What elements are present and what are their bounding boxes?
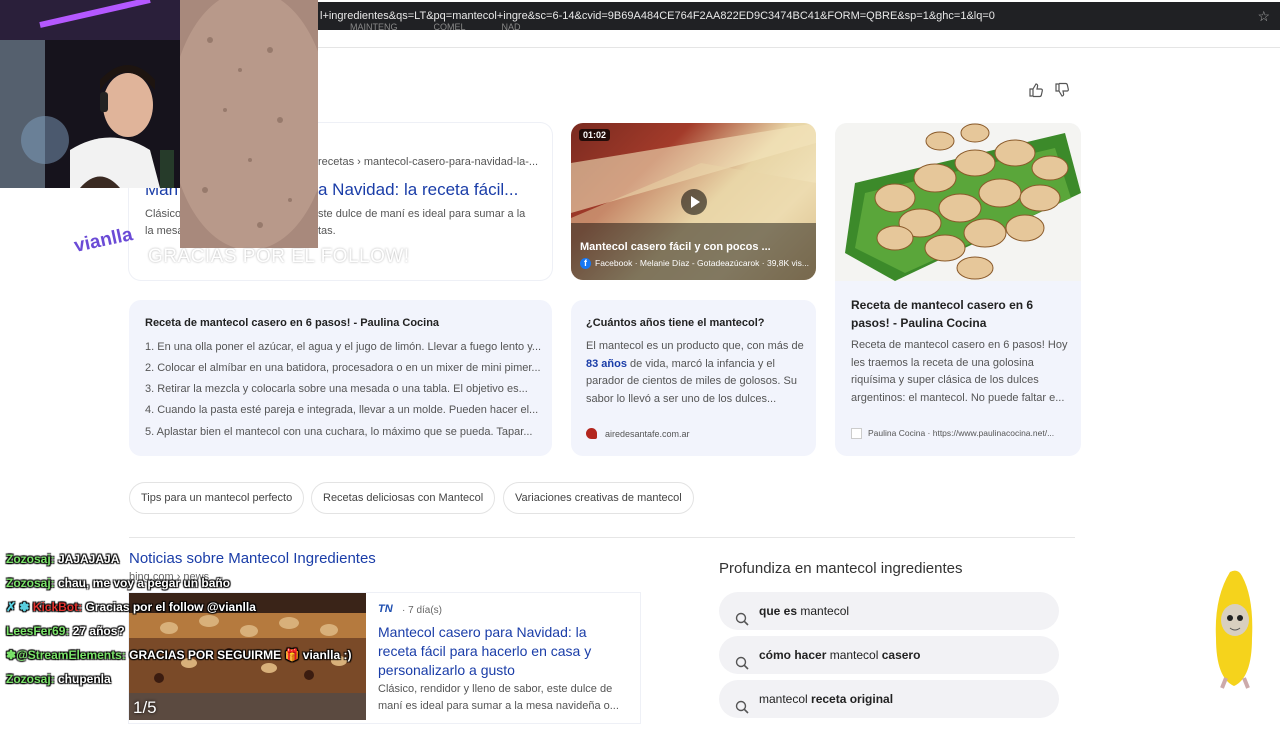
webcam-overlay	[0, 0, 180, 188]
result-breadcrumb[interactable]: recetas › mantecol-casero-para-navidad-l…	[318, 154, 538, 171]
result-desc-right-2: tas.	[318, 225, 336, 237]
url-text: l+ingredientes&qs=LT&pq=mantecol+ingre&s…	[320, 10, 995, 22]
video-source: Facebook · Melanie Díaz - Gotadeazúcarok…	[595, 258, 810, 268]
step-4: 4. Cuando la pasta esté pareja e integra…	[145, 404, 539, 416]
step-3: 3. Retirar la mezcla y colocarla sobre u…	[145, 383, 528, 395]
age-text: El mantecol es un producto que, con más …	[586, 340, 804, 405]
paulina-card[interactable]: Receta de mantecol casero en 6 pasos! - …	[835, 123, 1081, 456]
feedback-buttons	[1028, 82, 1070, 98]
chip-tips[interactable]: Tips para un mantecol perfecto	[129, 482, 305, 514]
news-title[interactable]: Mantecol casero para Navidad: la receta …	[378, 623, 628, 680]
star-icon[interactable]: ☆	[1257, 2, 1270, 30]
search-icon	[735, 691, 749, 729]
chat-msg-1: Zozosaj: JAJAJAJA	[6, 552, 120, 566]
chat-msg-4: LeesFer69: 27 años?	[6, 624, 125, 638]
related-como-hacer[interactable]: cómo hacer mantecol casero	[719, 636, 1059, 674]
news-heading[interactable]: Noticias sobre Mantecol Ingredientes	[129, 550, 376, 567]
chat-msg-6: Zozosaj: chupenla	[6, 672, 111, 686]
chat-msg-2: Zozosaj: chau, me voy a pegar un baño	[6, 576, 231, 590]
step-5: 5. Aplastar bien el mantecol con una cuc…	[145, 426, 533, 438]
age-title[interactable]: ¿Cuántos años tiene el mantecol?	[586, 317, 764, 329]
chip-variaciones[interactable]: Variaciones creativas de mantecol	[503, 482, 694, 514]
stream-logo: vianlla	[72, 224, 135, 257]
chip-recetas[interactable]: Recetas deliciosas con Mantecol	[311, 482, 496, 514]
chat-msg-5: ✽@StreamElements: GRACIAS POR SEGUIRME 🎁…	[6, 648, 352, 662]
age-source[interactable]: airedesantafe.com.ar	[605, 429, 690, 439]
result-title[interactable]: a Navidad: la receta fácil...	[318, 180, 518, 200]
news-pager[interactable]: 1/5	[133, 698, 157, 718]
facebook-icon: f	[580, 258, 591, 269]
step-2: 2. Colocar el almíbar en una batidora, p…	[145, 362, 541, 374]
step-1: 1. En una olla poner el azúcar, el agua …	[145, 341, 542, 353]
related-heading: Profundiza en mantecol ingredientes	[719, 560, 963, 577]
search-tabs: MAINTENG COMEL NAD	[350, 22, 521, 32]
paulina-favicon	[851, 428, 862, 439]
paulina-title[interactable]: Receta de mantecol casero en 6 pasos! - …	[851, 296, 1066, 332]
play-icon[interactable]	[681, 189, 707, 215]
paulina-desc: Receta de mantecol casero en 6 pasos! Ho…	[851, 339, 1068, 404]
news-desc: Clásico, rendidor y lleno de sabor, este…	[378, 683, 619, 712]
steps-title[interactable]: Receta de mantecol casero en 6 pasos! - …	[145, 317, 439, 329]
page-top-strip	[318, 30, 1280, 48]
video-duration: 01:02	[579, 129, 611, 141]
thumbs-up-icon[interactable]	[1028, 82, 1044, 98]
banana-cat-sticker	[1215, 570, 1253, 689]
result-desc-right-1: ste dulce de maní es ideal para sumar a …	[318, 208, 526, 220]
chat-msg-3: ✗ ✽ KickBot: Gracias por el follow @vian…	[6, 600, 256, 614]
thumbs-down-icon[interactable]	[1054, 82, 1070, 98]
scallops-image	[835, 123, 1081, 281]
chat-badge-icons: ✗ ✽	[6, 600, 30, 614]
result-desc-left-1: Clásico	[145, 208, 182, 220]
related-receta-original[interactable]: mantecol receta original	[719, 680, 1059, 718]
related-que-es[interactable]: que es mantecol	[719, 592, 1059, 630]
tn-logo: TN	[378, 603, 393, 615]
paulina-source[interactable]: Paulina Cocina · https://www.paulinacoci…	[868, 428, 1054, 438]
age-highlight: 83 años	[586, 357, 627, 370]
follow-alert: GRACIAS POR EL FOLLOW!	[148, 246, 410, 267]
news-age: · 7 día(s)	[402, 605, 443, 616]
age-card[interactable]: ¿Cuántos años tiene el mantecol? El mant…	[571, 300, 816, 456]
video-card[interactable]: 01:02 Mantecol casero fácil y con pocos …	[571, 123, 816, 280]
divider	[129, 537, 1075, 538]
airedesantafe-icon	[586, 428, 597, 439]
closeup-overlay	[180, 0, 318, 248]
chat-badge-icons: ✽	[6, 648, 17, 662]
video-title[interactable]: Mantecol casero fácil y con pocos ...	[580, 241, 771, 253]
steps-card[interactable]: Receta de mantecol casero en 6 pasos! - …	[129, 300, 552, 456]
